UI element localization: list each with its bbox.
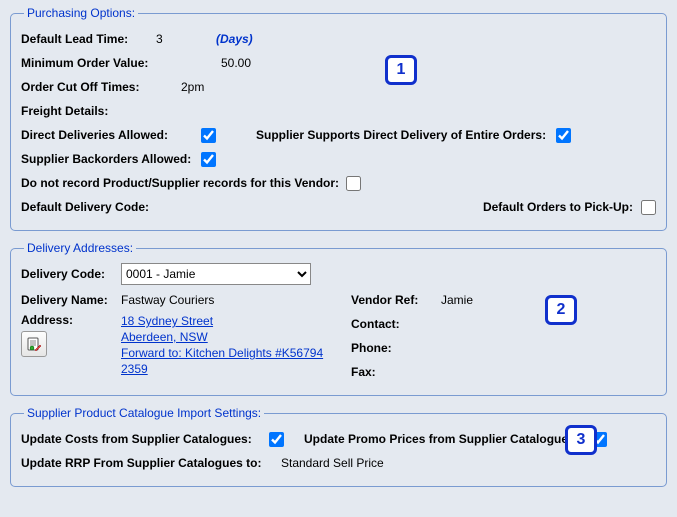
- callout-2: 2: [545, 295, 577, 325]
- page-root: 1 2 3 Purchasing Options: Default Lead T…: [0, 0, 677, 517]
- update-costs-label: Update Costs from Supplier Catalogues:: [21, 432, 269, 446]
- delivery-addresses-legend: Delivery Addresses:: [24, 241, 136, 255]
- update-promo-label: Update Promo Prices from Supplier Catalo…: [304, 432, 592, 446]
- order-cutoff-label: Order Cut Off Times:: [21, 80, 181, 94]
- update-rrp-label: Update RRP From Supplier Catalogues to:: [21, 456, 281, 470]
- phone-label: Phone:: [351, 341, 441, 355]
- callout-3: 3: [565, 425, 597, 455]
- default-orders-pickup-checkbox[interactable]: [641, 200, 656, 215]
- contact-label: Contact:: [351, 317, 441, 331]
- default-lead-time-unit: (Days): [216, 32, 253, 46]
- backorders-checkbox[interactable]: [201, 152, 216, 167]
- delivery-code-select[interactable]: 0001 - Jamie: [121, 263, 311, 285]
- catalogue-import-legend: Supplier Product Catalogue Import Settin…: [24, 406, 264, 420]
- delivery-name-label: Delivery Name:: [21, 293, 121, 307]
- minimum-order-value: 50.00: [221, 56, 251, 70]
- fax-label: Fax:: [351, 365, 441, 379]
- address-label: Address:: [21, 313, 73, 327]
- default-lead-time-label: Default Lead Time:: [21, 32, 156, 46]
- notes-icon: [26, 336, 42, 352]
- freight-details-label: Freight Details:: [21, 104, 108, 118]
- address-line-4[interactable]: 2359: [121, 362, 148, 376]
- supplier-supports-direct-checkbox[interactable]: [556, 128, 571, 143]
- purchasing-options-group: Purchasing Options: Default Lead Time: 3…: [10, 6, 667, 231]
- update-rrp-value: Standard Sell Price: [281, 456, 384, 470]
- default-orders-pickup-label: Default Orders to Pick-Up:: [483, 200, 633, 214]
- order-cutoff-value: 2pm: [181, 80, 204, 94]
- purchasing-options-legend: Purchasing Options:: [24, 6, 138, 20]
- supplier-supports-direct-label: Supplier Supports Direct Delivery of Ent…: [256, 128, 556, 142]
- default-lead-time-value: 3: [156, 32, 216, 46]
- address-line-3[interactable]: Forward to: Kitchen Delights #K56794: [121, 346, 323, 360]
- vendor-ref-value: Jamie: [441, 293, 473, 307]
- update-costs-checkbox[interactable]: [269, 432, 284, 447]
- address-edit-button[interactable]: [21, 331, 47, 357]
- callout-1: 1: [385, 55, 417, 85]
- direct-deliveries-label: Direct Deliveries Allowed:: [21, 128, 201, 142]
- do-not-record-label: Do not record Product/Supplier records f…: [21, 176, 346, 190]
- default-delivery-code-label: Default Delivery Code:: [21, 200, 171, 214]
- minimum-order-value-label: Minimum Order Value:: [21, 56, 221, 70]
- do-not-record-checkbox[interactable]: [346, 176, 361, 191]
- vendor-ref-label: Vendor Ref:: [351, 293, 441, 307]
- delivery-code-label: Delivery Code:: [21, 267, 121, 281]
- direct-deliveries-checkbox[interactable]: [201, 128, 216, 143]
- address-line-2[interactable]: Aberdeen, NSW: [121, 330, 208, 344]
- address-line-1[interactable]: 18 Sydney Street: [121, 314, 213, 328]
- delivery-name-value: Fastway Couriers: [121, 293, 214, 307]
- backorders-label: Supplier Backorders Allowed:: [21, 152, 201, 166]
